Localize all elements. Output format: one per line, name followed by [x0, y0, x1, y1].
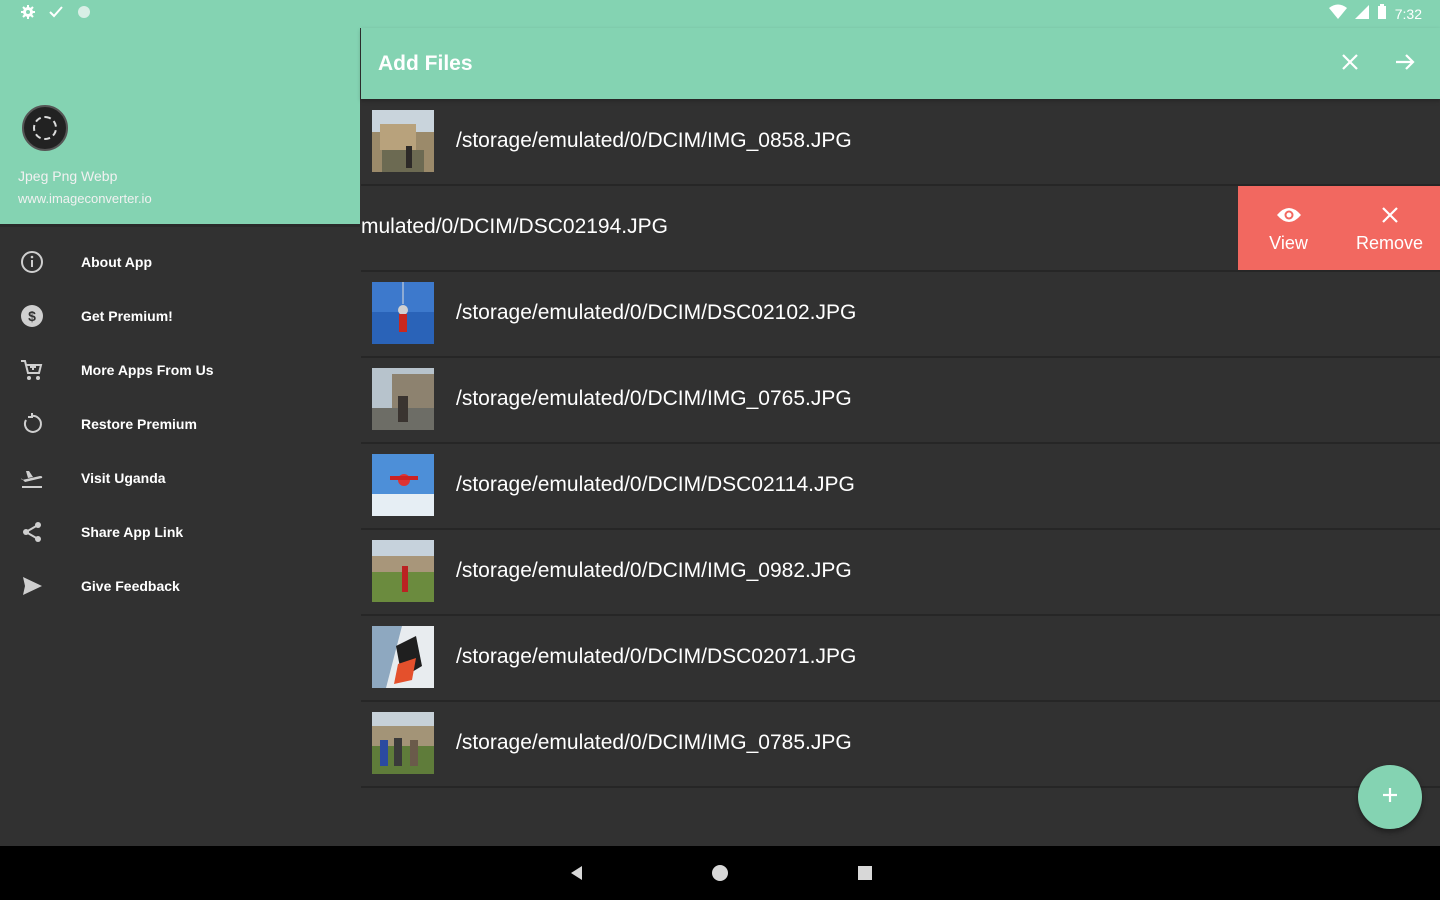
circle-icon	[76, 4, 92, 25]
menu-item-restore-premium[interactable]: Restore Premium	[0, 397, 360, 451]
drawer-header: Jpeg Png Webp www.imageconverter.io	[0, 28, 360, 226]
file-row[interactable]: mulated/0/DCIM/DSC02194.JPG View Remove	[361, 186, 1440, 272]
arrow-right-icon	[1394, 51, 1416, 78]
menu-item-more-apps[interactable]: More Apps From Us	[0, 343, 360, 397]
menu-item-visit-uganda[interactable]: Visit Uganda	[0, 451, 360, 505]
system-nav-bar	[0, 846, 1440, 900]
file-path: /storage/emulated/0/DCIM/IMG_0765.JPG	[456, 387, 852, 410]
file-thumbnail	[372, 712, 434, 774]
swipe-actions: View Remove	[1238, 186, 1440, 270]
menu-item-give-feedback[interactable]: Give Feedback	[0, 559, 360, 613]
file-path: /storage/emulated/0/DCIM/IMG_0982.JPG	[456, 559, 852, 582]
check-icon	[48, 4, 64, 25]
svg-text:$: $	[28, 308, 36, 324]
file-thumbnail	[372, 110, 434, 172]
menu-item-about-app[interactable]: About App	[0, 235, 360, 289]
file-list: /storage/emulated/0/DCIM/IMG_0858.JPG mu…	[361, 100, 1440, 788]
file-thumbnail	[372, 454, 434, 516]
drawer-menu: About App $ Get Premium! More Apps From …	[0, 235, 360, 613]
file-row[interactable]: /storage/emulated/0/DCIM/DSC02102.JPG	[361, 272, 1440, 358]
menu-label: Give Feedback	[81, 578, 180, 594]
eye-icon	[1238, 206, 1339, 229]
app-bar: Add Files	[361, 28, 1440, 99]
file-row[interactable]: /storage/emulated/0/DCIM/IMG_0785.JPG	[361, 702, 1440, 788]
plane-icon	[20, 466, 44, 490]
file-path: /storage/emulated/0/DCIM/DSC02071.JPG	[456, 645, 857, 668]
menu-label: About App	[81, 254, 153, 270]
view-button[interactable]: View	[1238, 186, 1339, 270]
app-logo	[22, 105, 68, 151]
remove-label: Remove	[1355, 233, 1424, 253]
close-icon	[1340, 52, 1360, 77]
home-icon	[712, 865, 728, 881]
file-path: /storage/emulated/0/DCIM/IMG_0785.JPG	[456, 731, 852, 754]
menu-label: Share App Link	[81, 524, 184, 540]
recents-button[interactable]	[855, 863, 875, 883]
file-path: /storage/emulated/0/DCIM/DSC02102.JPG	[456, 301, 857, 324]
plus-icon	[1380, 785, 1400, 810]
menu-label: Get Premium!	[81, 308, 173, 324]
home-button[interactable]	[710, 863, 730, 883]
app-website[interactable]: www.imageconverter.io	[18, 191, 152, 206]
wifi-icon	[1328, 4, 1347, 23]
next-button[interactable]	[1391, 50, 1419, 78]
file-path: /storage/emulated/0/DCIM/DSC02114.JPG	[456, 473, 855, 496]
send-icon	[20, 574, 44, 598]
file-thumbnail	[372, 368, 434, 430]
file-path: mulated/0/DCIM/DSC02194.JPG	[361, 215, 668, 238]
menu-label: Restore Premium	[81, 416, 197, 432]
file-row[interactable]: /storage/emulated/0/DCIM/DSC02114.JPG	[361, 444, 1440, 530]
restore-icon	[20, 412, 44, 436]
back-icon	[571, 866, 582, 880]
add-file-button[interactable]	[1358, 765, 1422, 829]
file-thumbnail	[372, 626, 434, 688]
close-icon	[1339, 206, 1440, 229]
back-button[interactable]	[566, 863, 586, 883]
menu-item-get-premium[interactable]: $ Get Premium!	[0, 289, 360, 343]
view-label: View	[1269, 233, 1308, 253]
menu-label: Visit Uganda	[81, 470, 166, 486]
battery-icon	[1377, 4, 1387, 23]
status-bar: 7:32	[0, 0, 1440, 28]
file-path: /storage/emulated/0/DCIM/IMG_0858.JPG	[456, 129, 852, 152]
cart-icon	[20, 358, 44, 382]
file-row[interactable]: /storage/emulated/0/DCIM/DSC02071.JPG	[361, 616, 1440, 702]
menu-label: More Apps From Us	[81, 362, 214, 378]
info-icon	[20, 250, 44, 274]
signal-icon	[1354, 4, 1369, 23]
app-name: Jpeg Png Webp	[18, 168, 118, 184]
drawer-divider	[0, 224, 360, 227]
remove-button[interactable]: Remove	[1339, 186, 1440, 270]
file-row[interactable]: /storage/emulated/0/DCIM/IMG_0765.JPG	[361, 358, 1440, 444]
status-time: 7:32	[1394, 5, 1422, 22]
settings-icon	[20, 4, 36, 25]
page-title: Add Files	[378, 52, 473, 75]
file-thumbnail	[372, 282, 434, 344]
recents-icon	[858, 866, 872, 880]
share-icon	[20, 520, 44, 544]
menu-item-share-app-link[interactable]: Share App Link	[0, 505, 360, 559]
file-thumbnail	[372, 540, 434, 602]
file-row[interactable]: /storage/emulated/0/DCIM/IMG_0858.JPG	[361, 100, 1440, 186]
file-row[interactable]: /storage/emulated/0/DCIM/IMG_0982.JPG	[361, 530, 1440, 616]
dollar-icon: $	[20, 304, 44, 328]
close-button[interactable]	[1336, 50, 1364, 78]
